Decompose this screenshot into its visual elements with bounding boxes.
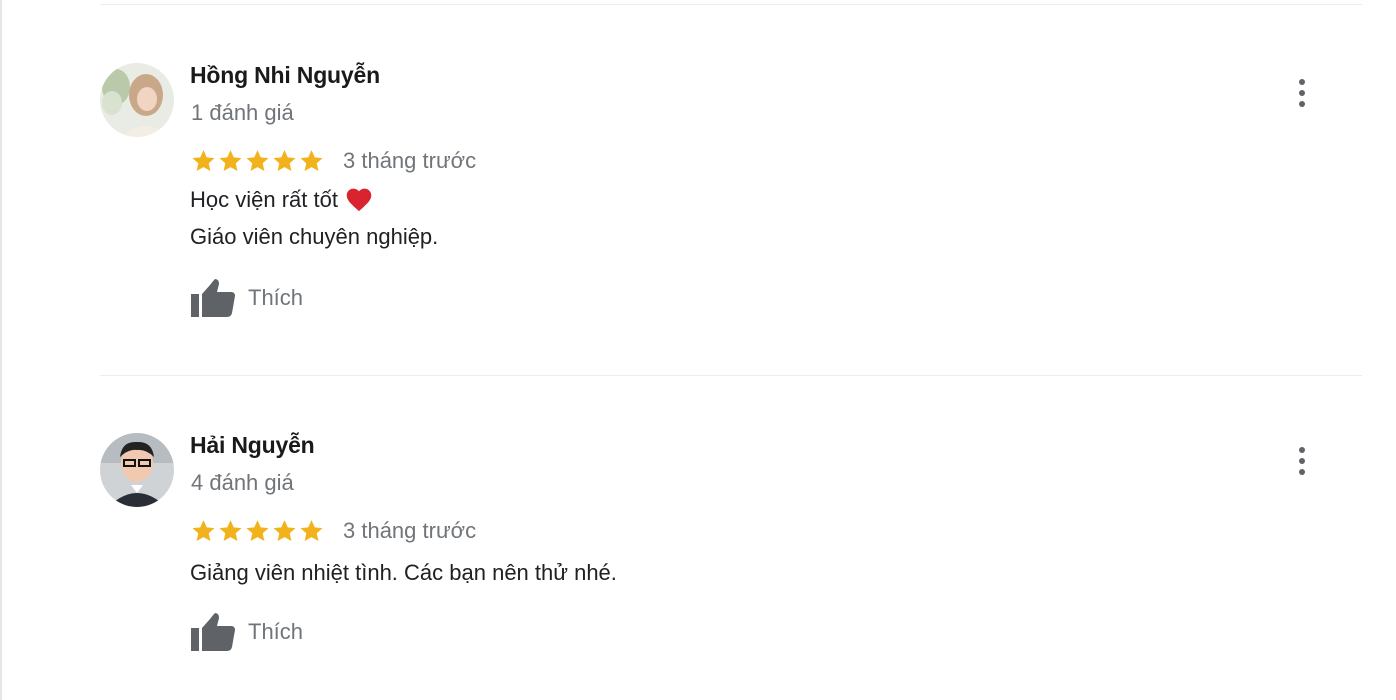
review-count[interactable]: 4 đánh giá <box>191 470 294 496</box>
more-options-button[interactable] <box>1288 444 1316 478</box>
star-icon <box>192 520 215 541</box>
thumbs-up-icon <box>191 613 235 651</box>
star-icon <box>246 520 269 541</box>
review-text: Giảng viên nhiệt tình. Các bạn nên thử n… <box>190 554 617 591</box>
star-icon <box>273 520 296 541</box>
avatar[interactable] <box>100 63 174 137</box>
review-date: 3 tháng trước <box>343 518 477 543</box>
review-text-line: Giáo viên chuyên nghiệp. <box>190 224 439 249</box>
review-card: Hồng Nhi Nguyễn 1 đánh giá 3 tháng trước… <box>0 0 1396 330</box>
star-icon <box>300 150 323 171</box>
heart-icon <box>346 188 372 211</box>
reviewer-name[interactable]: Hồng Nhi Nguyễn <box>190 62 380 89</box>
star-icon <box>192 150 215 171</box>
like-label: Thích <box>248 619 304 644</box>
star-icon <box>219 150 242 171</box>
star-rating <box>190 148 325 174</box>
more-options-button[interactable] <box>1288 76 1316 110</box>
star-icon <box>300 520 323 541</box>
star-rating <box>190 518 325 544</box>
review-date: 3 tháng trước <box>343 148 477 173</box>
like-button[interactable]: Thích <box>190 277 303 319</box>
review-card: Hải Nguyễn 4 đánh giá 3 tháng trước Giản… <box>0 370 1396 700</box>
like-label: Thích <box>248 285 304 310</box>
like-button[interactable]: Thích <box>190 611 303 653</box>
reviewer-name[interactable]: Hải Nguyễn <box>190 432 315 459</box>
thumbs-up-icon <box>191 279 235 317</box>
review-text-line: Giảng viên nhiệt tình. Các bạn nên thử n… <box>190 560 617 585</box>
review-text: Học viện rất tốt Giáo viên chuyên nghiệp… <box>190 181 438 255</box>
star-icon <box>219 520 242 541</box>
star-icon <box>273 150 296 171</box>
review-count[interactable]: 1 đánh giá <box>191 100 294 126</box>
more-vert-icon <box>1299 79 1305 85</box>
star-icon <box>246 150 269 171</box>
review-text-line: Học viện rất tốt <box>190 181 438 218</box>
more-vert-icon <box>1299 447 1305 453</box>
avatar[interactable] <box>100 433 174 507</box>
